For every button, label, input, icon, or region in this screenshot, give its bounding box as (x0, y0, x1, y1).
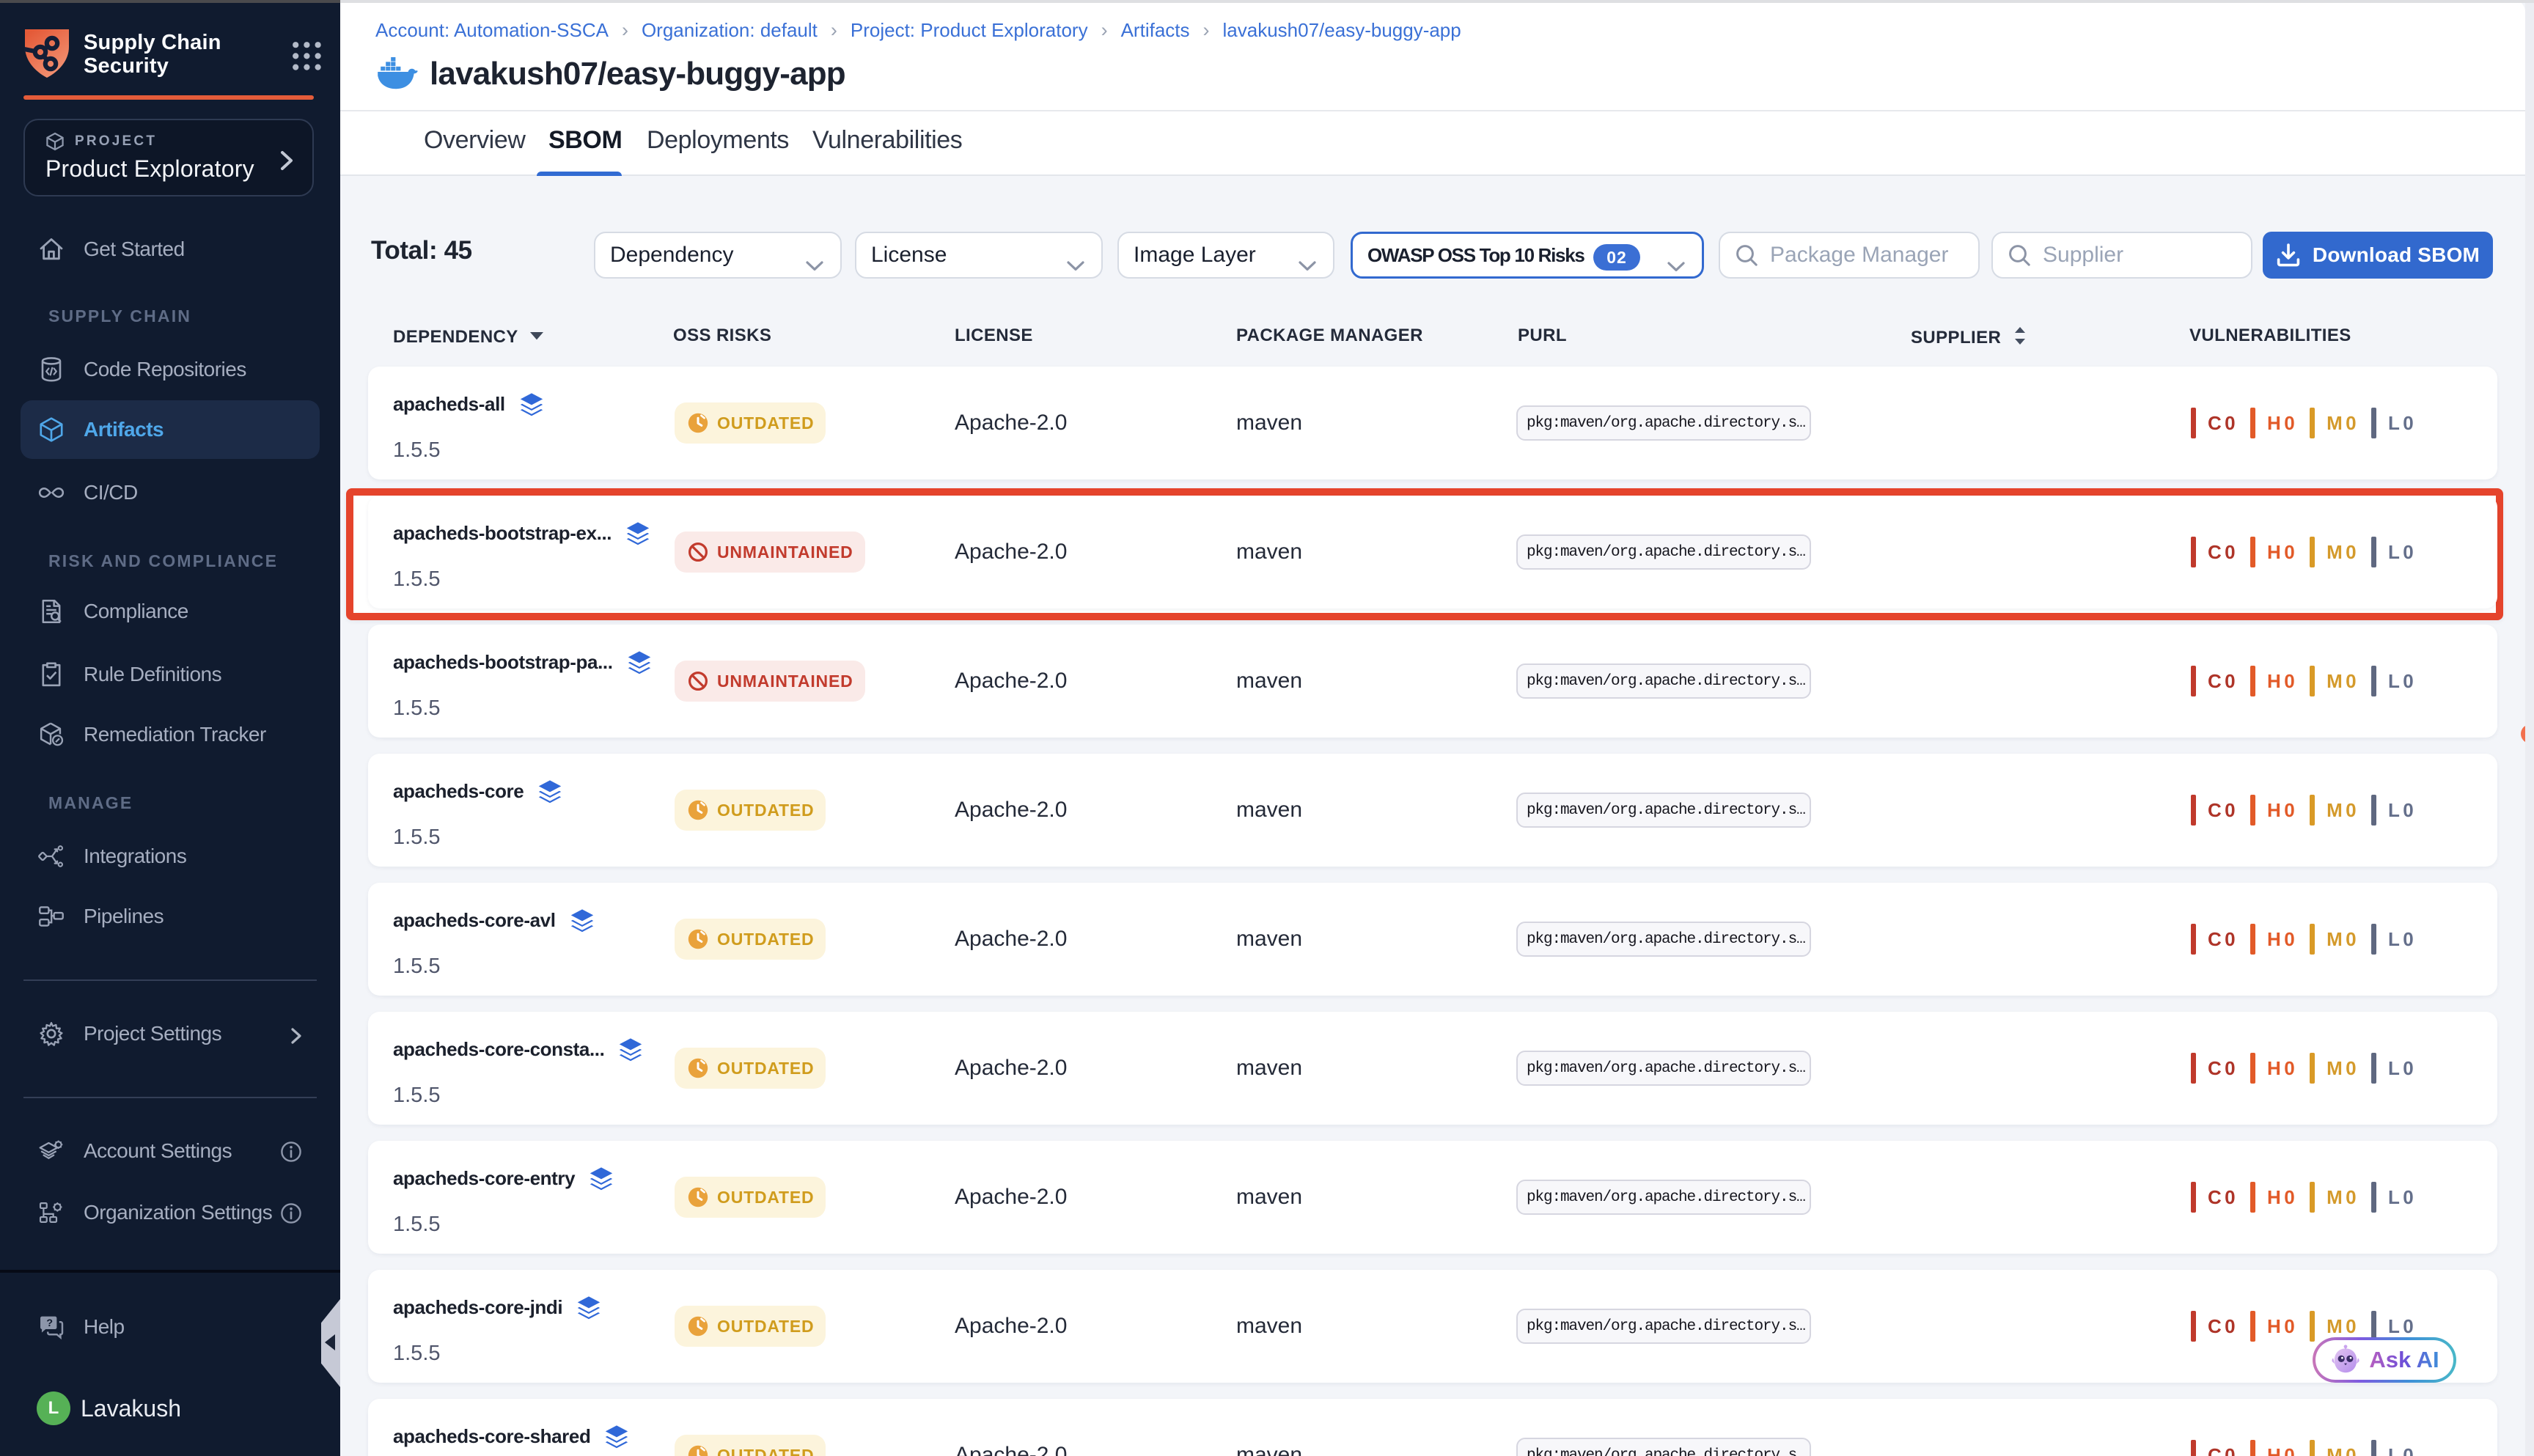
svg-text:?: ? (46, 1317, 53, 1329)
